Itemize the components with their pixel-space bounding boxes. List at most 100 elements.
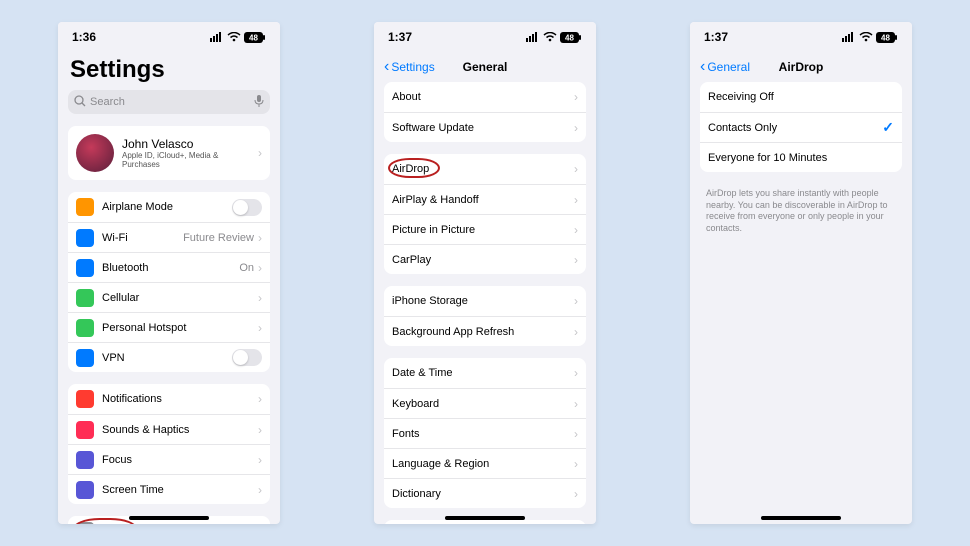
mic-icon[interactable]: [254, 95, 264, 110]
search-input[interactable]: Search: [68, 90, 270, 114]
row-label: Language & Region: [392, 458, 574, 470]
list-item[interactable]: Wi-FiFuture Review›: [68, 222, 270, 252]
row-label: Receiving Off: [708, 91, 894, 103]
list-item[interactable]: Dictionary›: [384, 478, 586, 508]
settings-icon: [76, 390, 94, 408]
status-time: 1:37: [704, 30, 728, 44]
row-label: Everyone for 10 Minutes: [708, 152, 894, 164]
settings-icon: [76, 421, 94, 439]
list-item[interactable]: Contacts Only✓: [700, 112, 902, 142]
wifi-icon: [543, 32, 557, 42]
list-item[interactable]: Background App Refresh›: [384, 316, 586, 346]
list-item[interactable]: Notifications›: [68, 384, 270, 414]
toggle-switch[interactable]: [232, 199, 262, 216]
vpn-group: VPN & Device Management›: [384, 520, 586, 524]
svg-text:48: 48: [249, 33, 258, 42]
list-item[interactable]: Receiving Off: [700, 82, 902, 112]
profile-sub: Apple ID, iCloud+, Media & Purchases: [122, 151, 258, 169]
row-label: VPN: [102, 352, 232, 364]
row-label: Cellular: [102, 292, 258, 304]
list-item[interactable]: AirPlay & Handoff›: [384, 184, 586, 214]
list-item[interactable]: Keyboard›: [384, 388, 586, 418]
chevron-right-icon: ›: [574, 121, 578, 135]
list-item[interactable]: CarPlay›: [384, 244, 586, 274]
list-item[interactable]: Personal Hotspot›: [68, 312, 270, 342]
row-label: Software Update: [392, 122, 574, 134]
row-label: Dictionary: [392, 488, 574, 500]
list-item[interactable]: Airplane Mode: [68, 192, 270, 222]
status-time: 1:36: [72, 30, 96, 44]
list-item[interactable]: BluetoothOn›: [68, 252, 270, 282]
list-item[interactable]: Cellular›: [68, 282, 270, 312]
row-label: iPhone Storage: [392, 295, 574, 307]
row-label: Picture in Picture: [392, 224, 574, 236]
nav-bar: ‹ General AirDrop: [690, 52, 912, 82]
chevron-right-icon: ›: [574, 366, 578, 380]
battery-icon: 48: [560, 32, 582, 43]
profile-name: John Velasco: [122, 137, 258, 151]
settings-icon: [76, 198, 94, 216]
toggle-switch[interactable]: [232, 349, 262, 366]
row-label: AirDrop: [392, 163, 574, 175]
row-label: Keyboard: [392, 398, 574, 410]
list-item[interactable]: VPN & Device Management›: [384, 520, 586, 524]
battery-icon: 48: [876, 32, 898, 43]
chevron-right-icon: ›: [574, 162, 578, 176]
list-item[interactable]: Everyone for 10 Minutes: [700, 142, 902, 172]
chevron-right-icon: ›: [574, 193, 578, 207]
list-item[interactable]: Screen Time›: [68, 474, 270, 504]
chevron-right-icon: ›: [574, 487, 578, 501]
chevron-right-icon: ›: [574, 457, 578, 471]
settings-icon: [76, 259, 94, 277]
settings-icon: [76, 319, 94, 337]
home-indicator[interactable]: [445, 516, 525, 520]
list-item[interactable]: Picture in Picture›: [384, 214, 586, 244]
datetime-group: Date & Time›Keyboard›Fonts›Language & Re…: [384, 358, 586, 508]
list-item[interactable]: Language & Region›: [384, 448, 586, 478]
settings-icon: [76, 451, 94, 469]
signal-icon: [842, 32, 856, 42]
chevron-right-icon: ›: [258, 453, 262, 467]
chevron-right-icon: ›: [574, 427, 578, 441]
chevron-right-icon: ›: [258, 291, 262, 305]
nav-title: AirDrop: [690, 60, 912, 74]
nav-title: General: [374, 60, 596, 74]
list-item[interactable]: Fonts›: [384, 418, 586, 448]
wifi-icon: [859, 32, 873, 42]
row-label: Airplane Mode: [102, 201, 232, 213]
list-item[interactable]: Sounds & Haptics›: [68, 414, 270, 444]
list-item[interactable]: Focus›: [68, 444, 270, 474]
chevron-right-icon: ›: [258, 392, 262, 406]
svg-text:48: 48: [881, 33, 890, 42]
checkmark-icon: ✓: [882, 119, 894, 136]
nav-bar: ‹ Settings General: [374, 52, 596, 82]
settings-icon: [76, 229, 94, 247]
chevron-right-icon: ›: [258, 321, 262, 335]
home-indicator[interactable]: [761, 516, 841, 520]
list-item[interactable]: Date & Time›: [384, 358, 586, 388]
status-bar: 1:37 48: [690, 22, 912, 52]
list-item[interactable]: Software Update›: [384, 112, 586, 142]
row-label: Contacts Only: [708, 122, 882, 134]
settings-screen: 1:36 48 Settings Search: [58, 22, 280, 524]
list-item[interactable]: VPN: [68, 342, 270, 372]
chevron-right-icon: ›: [574, 397, 578, 411]
signal-icon: [526, 32, 540, 42]
airdrop-footer: AirDrop lets you share instantly with pe…: [700, 184, 902, 239]
chevron-right-icon: ›: [574, 294, 578, 308]
list-item[interactable]: iPhone Storage›: [384, 286, 586, 316]
airdrop-group: AirDrop›AirPlay & Handoff›Picture in Pic…: [384, 154, 586, 274]
profile-row[interactable]: John Velasco Apple ID, iCloud+, Media & …: [68, 126, 270, 180]
row-label: Personal Hotspot: [102, 322, 258, 334]
chevron-right-icon: ›: [574, 90, 578, 104]
row-label: Notifications: [102, 393, 258, 405]
list-item[interactable]: AirDrop›: [384, 154, 586, 184]
home-indicator[interactable]: [129, 516, 209, 520]
row-detail: On: [239, 262, 254, 274]
profile-group: John Velasco Apple ID, iCloud+, Media & …: [68, 126, 270, 180]
battery-icon: 48: [244, 32, 266, 43]
chevron-right-icon: ›: [574, 223, 578, 237]
settings-icon: [76, 481, 94, 499]
list-item[interactable]: About›: [384, 82, 586, 112]
settings-icon: [76, 349, 94, 367]
